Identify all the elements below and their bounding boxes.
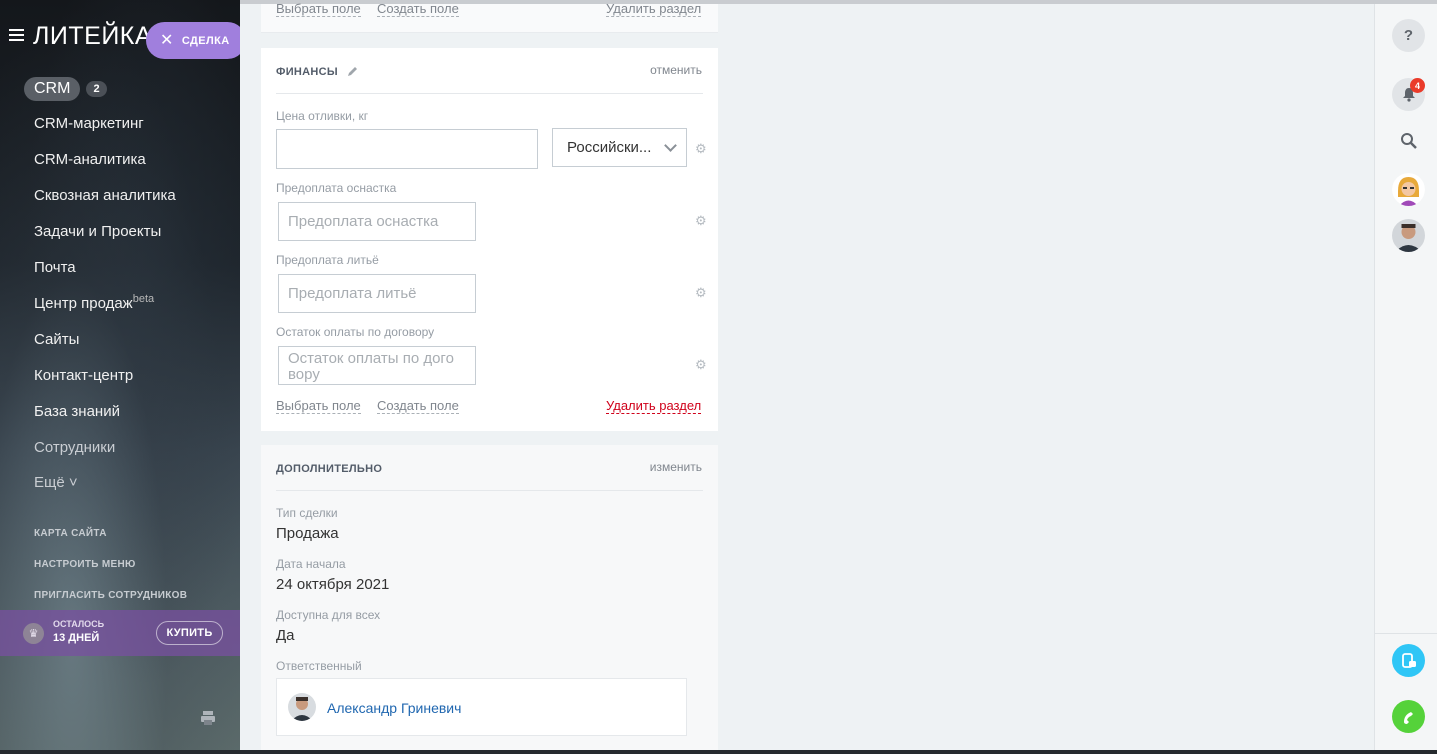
sidebar-item-employees[interactable]: Сотрудники [34, 439, 115, 456]
sidebar-item-end-to-end-analytics[interactable]: Сквозная аналитика [34, 187, 176, 204]
pencil-icon[interactable] [347, 65, 359, 77]
sidebar-item-sites[interactable]: Сайты [34, 331, 79, 348]
sidebar-item-tasks[interactable]: Задачи и Проекты [34, 223, 161, 240]
beta-mark: beta [132, 293, 155, 305]
field-label: Цена отливки, кг [276, 109, 369, 123]
sidebar-item-more[interactable]: Ещё ˅ [34, 474, 78, 491]
responsible-name-link[interactable]: Александр Гриневич [327, 700, 461, 716]
gear-icon[interactable]: ⚙ [695, 286, 707, 299]
sidebar-item-sales-center[interactable]: Центр продажbeta [34, 293, 154, 312]
crm-counter-badge: 2 [86, 81, 107, 97]
sales-center-label: Центр продаж [34, 295, 133, 312]
casting-price-input[interactable] [276, 129, 538, 169]
sidebar-item-crm-marketing[interactable]: CRM-маркетинг [34, 115, 144, 132]
responsible-person-box: Александр Гриневич [276, 678, 687, 736]
deal-tab-label: СДЕЛКА [181, 34, 230, 47]
close-icon[interactable]: ✕ [160, 32, 174, 49]
section-divider [276, 93, 703, 94]
field-label: Доступна для всех [276, 608, 381, 622]
phone-icon[interactable] [1392, 700, 1425, 733]
contract-balance-input[interactable]: Остаток оплаты по дого вору [278, 346, 476, 385]
currency-value: Российски... [567, 139, 652, 156]
gear-icon[interactable]: ⚙ [695, 358, 707, 371]
section-divider [276, 490, 703, 491]
choose-field-link[interactable]: Выбрать поле [276, 398, 361, 414]
gear-icon[interactable]: ⚙ [695, 142, 707, 155]
gear-icon[interactable]: ⚙ [695, 214, 707, 227]
currency-select[interactable]: Российски... [552, 128, 687, 167]
trial-banner: ♛ ОСТАЛОСЬ 13 ДНЕЙ КУПИТЬ [0, 610, 240, 656]
field-label: Дата начала [276, 557, 346, 571]
available-to-all-value: Да [276, 627, 295, 644]
chevron-down-icon [664, 139, 677, 152]
search-icon[interactable] [1392, 124, 1425, 157]
menu-burger-icon[interactable] [9, 29, 24, 41]
field-label: Предоплата оснастка [276, 181, 397, 195]
avatar[interactable] [1392, 219, 1425, 252]
section-card-top: Выбрать поле Создать поле Удалить раздел [261, 1, 718, 33]
choose-field-link[interactable]: Выбрать поле [276, 1, 361, 17]
portal-logo[interactable]: ЛИТЕЙКА [33, 22, 152, 51]
deal-details-area: Выбрать поле Создать поле Удалить раздел… [240, 1, 1374, 750]
chat-icon[interactable] [1392, 644, 1425, 677]
avatar[interactable] [288, 693, 316, 721]
printer-icon[interactable] [200, 710, 216, 726]
trial-days-left: 13 ДНЕЙ [53, 632, 100, 644]
crm-label: CRM [24, 77, 81, 101]
sidebar-item-crm-analytics[interactable]: CRM-аналитика [34, 151, 146, 168]
crown-icon: ♛ [23, 623, 44, 644]
section-title: ФИНАНСЫ [276, 66, 338, 78]
section-title: ДОПОЛНИТЕЛЬНО [276, 463, 383, 475]
finance-section: ФИНАНСЫ отменить Цена отливки, кг Россий… [261, 48, 718, 431]
delete-section-link[interactable]: Удалить раздел [606, 1, 702, 17]
sidebar-item-knowledge-base[interactable]: База знаний [34, 403, 120, 420]
prepayment-casting-input[interactable]: Предоплата литьё [278, 274, 476, 313]
sidebar-item-crm[interactable]: CRM 2 [24, 77, 107, 101]
toolbar-divider [1375, 633, 1437, 634]
sitemap-link[interactable]: КАРТА САЙТА [34, 528, 107, 539]
deal-slider-tab[interactable]: ✕ СДЕЛКА [146, 22, 246, 59]
help-icon[interactable]: ? [1392, 19, 1425, 52]
invite-employees-link[interactable]: ПРИГЛАСИТЬ СОТРУДНИКОВ [34, 590, 187, 601]
field-label: Остаток оплаты по договору [276, 325, 435, 339]
notification-count-badge: 4 [1410, 78, 1425, 93]
deal-type-value: Продажа [276, 525, 339, 542]
avatar[interactable] [1392, 173, 1425, 206]
sidebar-item-mail[interactable]: Почта [34, 259, 76, 276]
left-sidebar: ЛИТЕЙКА ✕ СДЕЛКА CRM 2 CRM-маркетинг CRM… [0, 0, 246, 754]
cancel-link[interactable]: отменить [650, 63, 702, 77]
trial-remaining-label: ОСТАЛОСЬ [53, 619, 105, 629]
additional-section: ДОПОЛНИТЕЛЬНО изменить Тип сделки Продаж… [261, 445, 718, 750]
bottom-strip [0, 750, 1437, 754]
prepayment-tooling-input[interactable]: Предоплата оснастка [278, 202, 476, 241]
sidebar-item-contact-center[interactable]: Контакт-центр [34, 367, 133, 384]
create-field-link[interactable]: Создать поле [377, 398, 459, 414]
field-label: Предоплата литьё [276, 253, 379, 267]
field-label: Ответственный [276, 659, 362, 673]
right-toolbar: ? 4 [1374, 4, 1437, 750]
edit-link[interactable]: изменить [650, 460, 702, 474]
start-date-value: 24 октября 2021 [276, 576, 390, 593]
buy-button[interactable]: КУПИТЬ [156, 621, 223, 645]
configure-menu-link[interactable]: НАСТРОИТЬ МЕНЮ [34, 559, 136, 570]
delete-section-link[interactable]: Удалить раздел [606, 398, 702, 414]
field-label: Тип сделки [276, 506, 338, 520]
create-field-link[interactable]: Создать поле [377, 1, 459, 17]
